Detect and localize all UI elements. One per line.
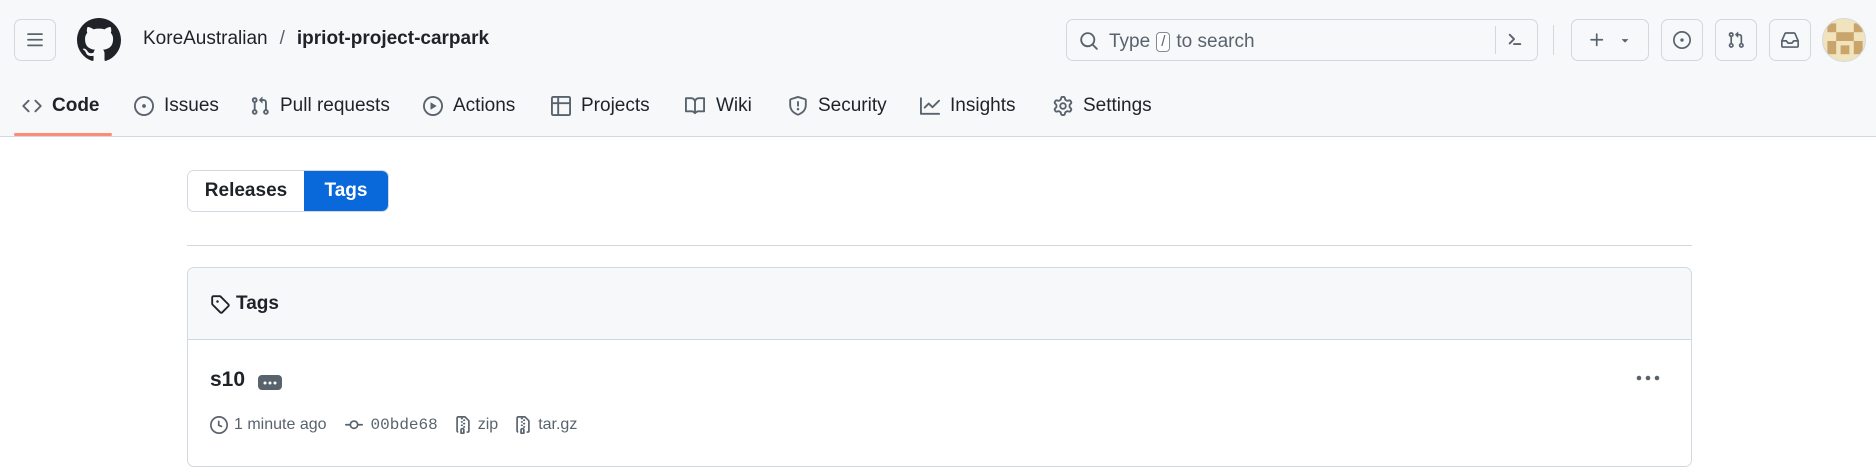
tab-security[interactable]: Security <box>788 90 887 122</box>
section-divider <box>187 245 1692 246</box>
tab-insights-label: Insights <box>950 95 1016 116</box>
issue-opened-icon <box>134 96 154 116</box>
tags-box: Tags s10 1 minute ago 00bde68 zip tar.gz <box>187 267 1692 467</box>
search-icon <box>1080 32 1098 50</box>
kebab-horizontal-icon <box>263 381 277 384</box>
table-icon <box>551 96 571 116</box>
your-issues-button[interactable] <box>1661 19 1703 61</box>
download-zip-link[interactable]: zip <box>454 416 498 434</box>
identicon-image <box>1823 19 1865 61</box>
command-palette-icon[interactable] <box>1504 30 1526 50</box>
git-commit-icon <box>344 420 363 430</box>
play-icon <box>423 96 443 116</box>
search-placeholder: Type / to search <box>1109 31 1255 53</box>
git-pull-request-icon <box>1728 31 1744 48</box>
download-zip-label: zip <box>477 416 499 433</box>
tag-more-options-button[interactable] <box>1635 371 1661 388</box>
tab-settings[interactable]: Settings <box>1053 90 1152 122</box>
top-bar: KoreAustralian / ipriot-project-carpark … <box>0 0 1876 80</box>
header-divider <box>1553 25 1554 55</box>
gear-icon <box>1053 96 1073 116</box>
download-targz-link[interactable]: tar.gz <box>514 416 577 434</box>
search-shortcut-key: / <box>1156 32 1171 52</box>
tab-issues[interactable]: Issues <box>134 90 219 122</box>
search-suffix: to search <box>1176 31 1255 52</box>
tag-icon <box>211 295 230 314</box>
search-prefix: Type <box>1109 31 1151 52</box>
triangle-down-icon <box>1621 39 1629 43</box>
breadcrumb-separator: / <box>279 28 285 49</box>
download-targz-label: tar.gz <box>538 416 578 433</box>
menu-button[interactable] <box>14 19 56 61</box>
breadcrumb: KoreAustralian / ipriot-project-carpark <box>143 28 489 50</box>
tag-time: 1 minute ago <box>210 416 327 434</box>
tab-pull-requests-label: Pull requests <box>280 95 390 116</box>
tab-security-label: Security <box>818 95 887 116</box>
releases-button[interactable]: Releases <box>188 171 304 211</box>
tab-insights[interactable]: Insights <box>920 90 1015 122</box>
tab-actions-label: Actions <box>453 95 516 116</box>
tab-projects-label: Projects <box>581 95 650 116</box>
create-new-button[interactable] <box>1571 19 1649 61</box>
search-divider <box>1495 26 1496 54</box>
shield-icon <box>789 96 807 116</box>
tab-code[interactable]: Code <box>22 90 100 122</box>
tab-code-label: Code <box>52 95 100 116</box>
repo-owner-link[interactable]: KoreAustralian <box>143 28 268 50</box>
file-zip-icon <box>516 416 530 434</box>
kebab-horizontal-icon <box>1636 375 1660 381</box>
tag-time-label: 1 minute ago <box>234 416 327 433</box>
tab-settings-label: Settings <box>1083 95 1152 116</box>
tab-actions[interactable]: Actions <box>423 90 515 122</box>
expand-tag-message-button[interactable] <box>258 375 282 390</box>
search-input[interactable]: Type / to search <box>1066 19 1538 61</box>
clock-icon <box>210 416 228 434</box>
inbox-icon <box>1781 32 1799 48</box>
code-icon <box>22 99 42 113</box>
tab-wiki[interactable]: Wiki <box>684 90 752 122</box>
hamburger-icon <box>27 33 43 47</box>
tag-metadata: 1 minute ago 00bde68 zip tar.gz <box>210 416 593 434</box>
book-icon <box>685 97 706 115</box>
graph-icon <box>920 97 940 115</box>
plus-icon <box>1590 33 1604 47</box>
tag-name-link[interactable]: s10 <box>210 368 245 392</box>
tag-commit-sha: 00bde68 <box>370 416 438 434</box>
releases-tags-toggle: Releases Tags <box>187 170 389 212</box>
tags-box-header: Tags <box>188 268 1691 340</box>
tab-projects[interactable]: Projects <box>551 90 650 122</box>
git-pull-request-icon <box>251 96 269 115</box>
tags-box-title-label: Tags <box>236 293 279 314</box>
github-logo-icon[interactable] <box>77 18 121 62</box>
app-header: KoreAustralian / ipriot-project-carpark … <box>0 0 1876 137</box>
repo-name-link[interactable]: ipriot-project-carpark <box>297 28 489 50</box>
notifications-button[interactable] <box>1769 19 1811 61</box>
user-avatar[interactable] <box>1822 18 1866 62</box>
tab-pull-requests[interactable]: Pull requests <box>250 90 390 122</box>
tab-wiki-label: Wiki <box>716 95 752 116</box>
tags-button[interactable]: Tags <box>304 171 388 211</box>
issue-opened-icon <box>1673 31 1691 49</box>
file-zip-icon <box>455 416 470 434</box>
tags-box-title: Tags <box>210 293 279 315</box>
tab-issues-label: Issues <box>164 95 219 116</box>
tag-commit[interactable]: 00bde68 <box>343 416 438 434</box>
repo-nav: Code Issues Pull requests Actions Projec… <box>0 80 1876 137</box>
selected-tab-indicator <box>14 133 112 136</box>
your-pull-requests-button[interactable] <box>1715 19 1757 61</box>
